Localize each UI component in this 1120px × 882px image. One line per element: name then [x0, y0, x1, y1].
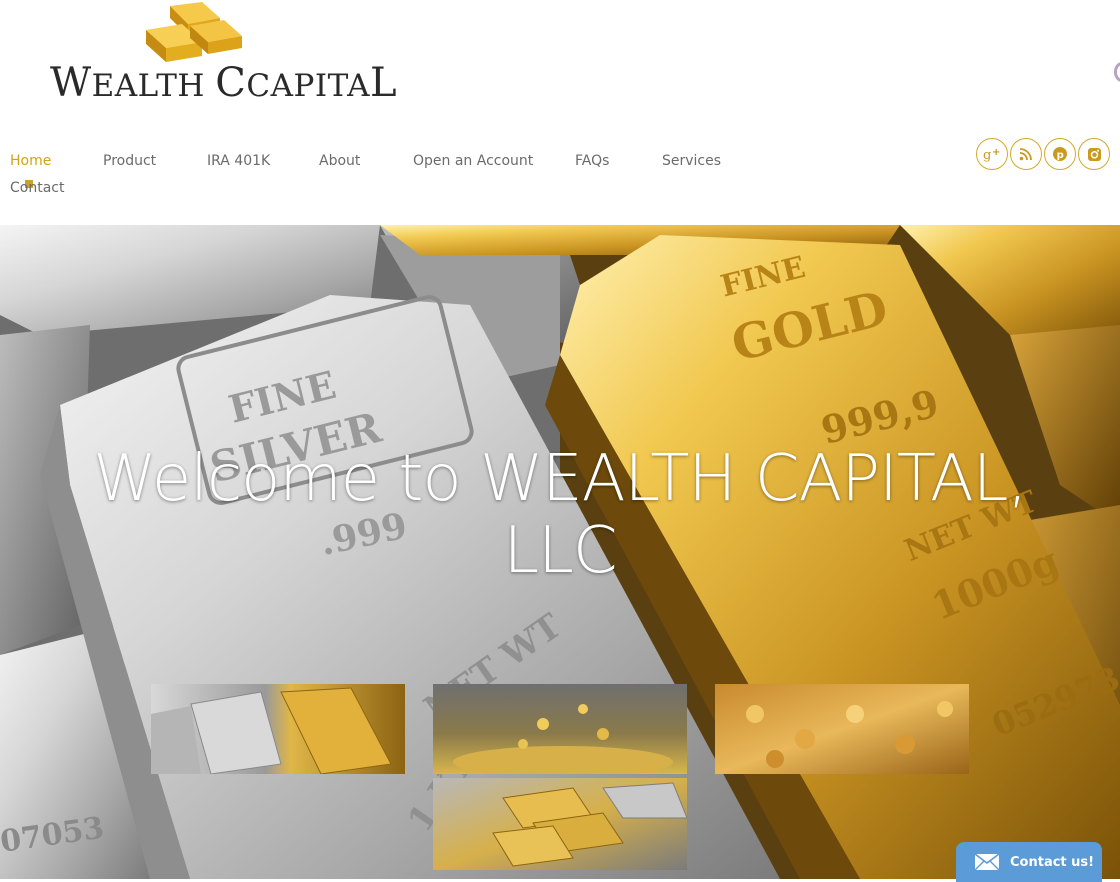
site-header: WEALTH CCAPITAL Home Product IRA 401K Ab… [0, 0, 1120, 225]
thumbnail-gold-coins-pile[interactable] [715, 684, 969, 774]
nav-item-contact[interactable]: Contact [10, 180, 64, 196]
nav-item-about[interactable]: About [319, 153, 360, 169]
hero-banner: FINE SILVER .999 NET WT 1 KILO 07053 FIN… [0, 225, 1120, 879]
thumbnail-gold-silver-bars[interactable] [151, 684, 405, 774]
main-navigation: Home Product IRA 401K About Open an Acco… [10, 153, 770, 213]
svg-text:p: p [1057, 150, 1064, 161]
pinterest-icon[interactable]: p [1044, 138, 1076, 170]
partial-edge-widget [1114, 62, 1120, 82]
thumbnail-stacked-gold-bars[interactable] [433, 778, 687, 870]
contact-us-label: Contact us! [1010, 854, 1095, 870]
wealth-capital-logo[interactable]: WEALTH CCAPITAL [48, 0, 397, 110]
svg-text:g: g [983, 148, 991, 162]
logo-wordmark: WEALTH CCAPITAL [50, 60, 398, 106]
contact-us-widget[interactable]: Contact us! [956, 842, 1102, 882]
hero-welcome-title: Welcome to WEALTH CAPITAL, LLC [93, 442, 1027, 588]
nav-item-product[interactable]: Product [103, 153, 156, 169]
social-links: g + p [976, 138, 1112, 170]
thumbnail-falling-gold-coins[interactable] [433, 684, 687, 774]
nav-item-home[interactable]: Home [10, 153, 51, 169]
rss-icon[interactable] [1010, 138, 1042, 170]
envelope-icon [974, 853, 1000, 871]
nav-item-ira-401k[interactable]: IRA 401K [207, 153, 270, 169]
nav-item-services[interactable]: Services [662, 153, 721, 169]
google-plus-icon[interactable]: g + [976, 138, 1008, 170]
nav-item-open-an-account[interactable]: Open an Account [413, 153, 533, 169]
svg-text:+: + [992, 147, 1000, 158]
nav-item-faqs[interactable]: FAQs [575, 153, 609, 169]
instagram-icon[interactable] [1078, 138, 1110, 170]
